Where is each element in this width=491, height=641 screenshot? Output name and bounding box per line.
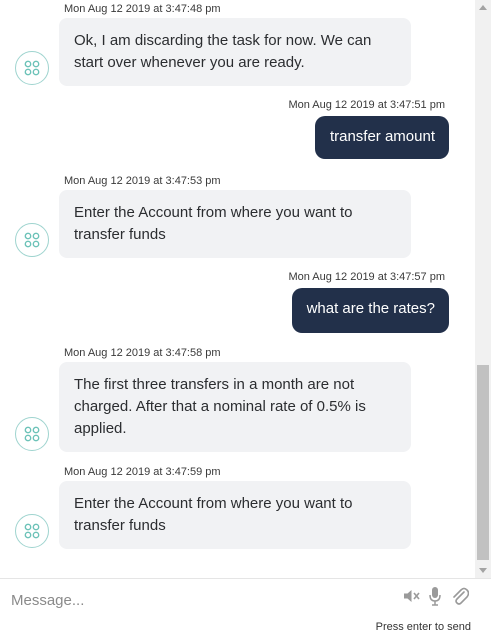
user-message-bubble: what are the rates? xyxy=(291,288,449,333)
user-message-bubble: transfer amount xyxy=(314,116,449,159)
message-timestamp: Mon Aug 12 2019 at 3:47:53 pm xyxy=(64,175,221,187)
message-timestamp: Mon Aug 12 2019 at 3:47:48 pm xyxy=(64,3,221,15)
scroll-down-arrow-icon[interactable] xyxy=(479,568,487,573)
microphone-icon[interactable] xyxy=(428,586,442,611)
send-hint: Press enter to send xyxy=(375,621,471,633)
bot-avatar-icon xyxy=(15,223,49,257)
message-timestamp: Mon Aug 12 2019 at 3:47:59 pm xyxy=(64,466,221,478)
scroll-up-arrow-icon[interactable] xyxy=(479,5,487,10)
bot-message-bubble: The first three transfers in a month are… xyxy=(59,362,411,452)
message-timestamp: Mon Aug 12 2019 at 3:47:58 pm xyxy=(64,347,221,359)
message-timestamp: Mon Aug 12 2019 at 3:47:51 pm xyxy=(288,99,445,111)
message-input[interactable] xyxy=(0,585,390,615)
message-composer: Press enter to send xyxy=(0,578,491,641)
bot-message-bubble: Ok, I am discarding the task for now. We… xyxy=(59,18,411,86)
bot-avatar-icon xyxy=(15,51,49,85)
chat-scrollbar[interactable] xyxy=(475,0,491,578)
bot-avatar-icon xyxy=(15,417,49,451)
scrollbar-thumb[interactable] xyxy=(477,365,489,560)
bot-message-bubble: Enter the Account from where you want to… xyxy=(59,190,411,258)
paperclip-icon[interactable] xyxy=(451,586,470,611)
bot-avatar-icon xyxy=(15,514,49,548)
bot-message-bubble: Enter the Account from where you want to… xyxy=(59,481,411,549)
speaker-mute-icon[interactable] xyxy=(403,588,421,609)
chat-transcript: Mon Aug 12 2019 at 3:47:48 pm Ok, I am d… xyxy=(0,0,475,578)
message-timestamp: Mon Aug 12 2019 at 3:47:57 pm xyxy=(288,271,445,283)
